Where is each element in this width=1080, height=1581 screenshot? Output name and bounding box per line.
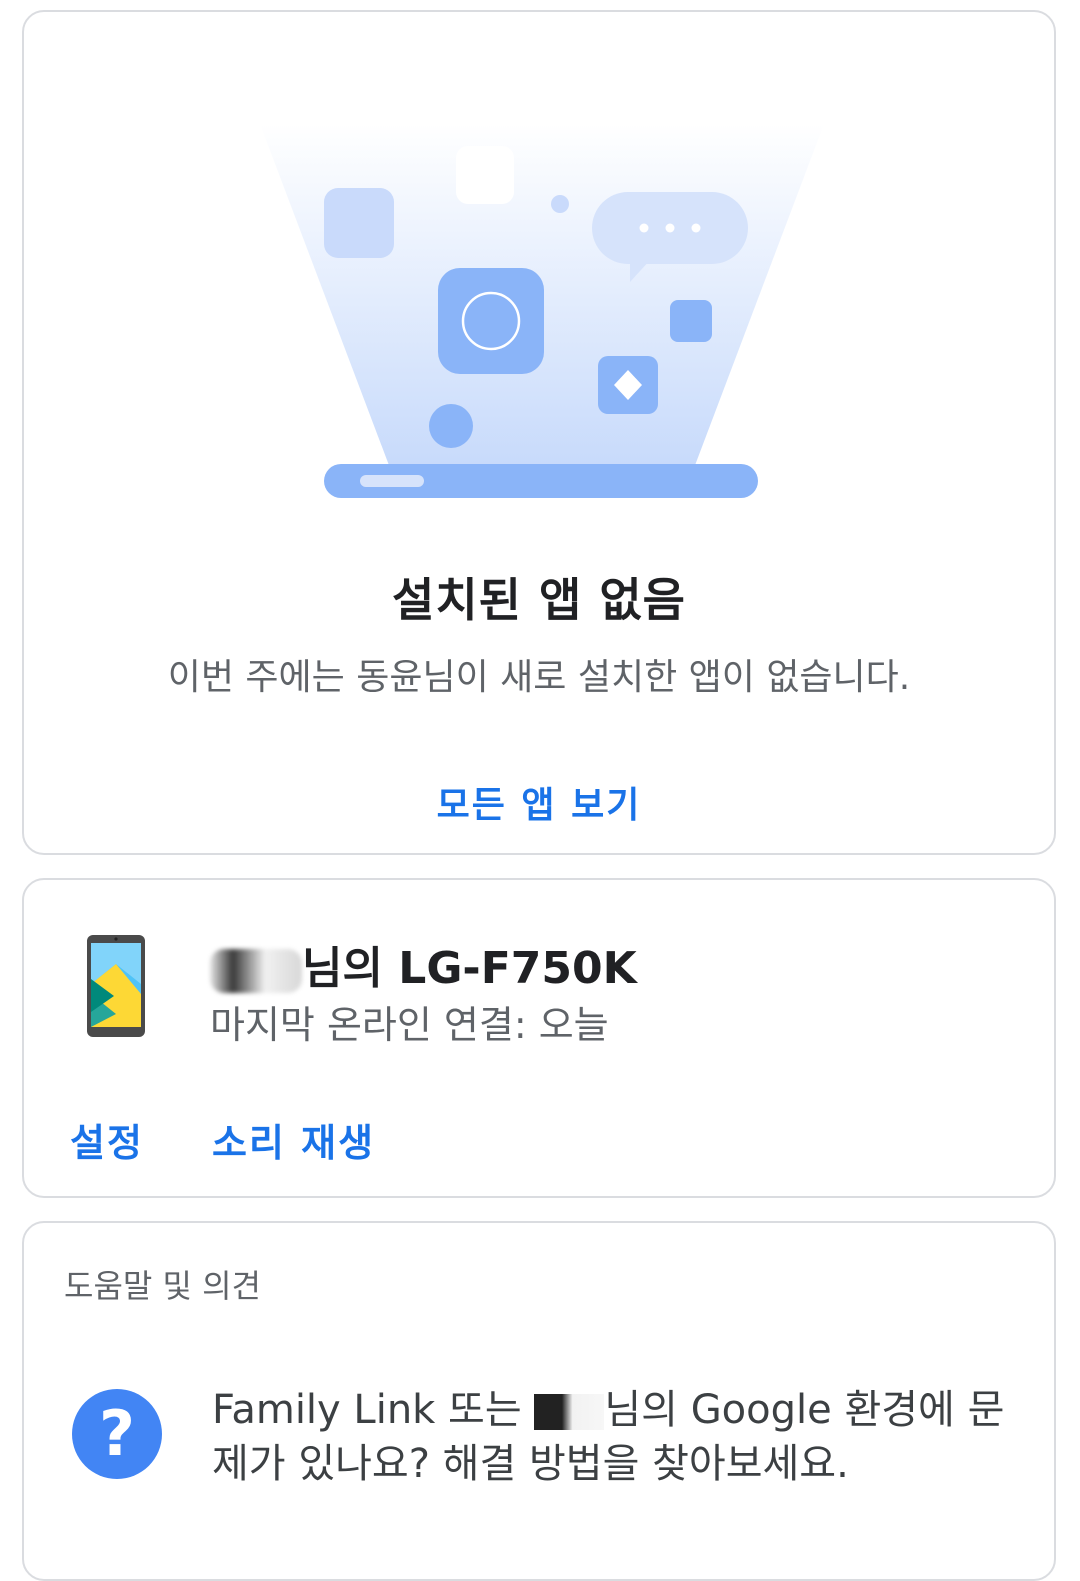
view-all-apps-button[interactable]: 모든 앱 보기 [24,776,1054,828]
help-troubleshoot-link[interactable]: Family Link 또는 님의 Google 환경에 문제가 있나요? 해결… [212,1383,1012,1491]
diamond-app-icon [598,356,658,414]
redacted-name [210,949,302,993]
app-tile-icon [456,146,514,204]
laptop-icon [324,464,758,498]
device-name: 님의 LG-F750K [210,932,637,996]
app-tile-icon [324,188,394,258]
help-section-header: 도움말 및 의견 [64,1267,261,1305]
help-feedback-card: 도움말 및 의견 ? Family Link 또는 님의 Google 환경에 … [22,1221,1056,1581]
play-sound-button[interactable]: 소리 재생 [212,1112,375,1167]
help-circle-icon: ? [72,1389,162,1479]
app-tile-icon [670,300,712,342]
empty-state-title: 설치된 앱 없음 [392,573,686,627]
device-card: 님의 LG-F750K 마지막 온라인 연결: 오늘 설정 소리 재생 [22,878,1056,1198]
smartphone-icon [87,935,145,1037]
empty-apps-illustration [260,124,824,498]
empty-state-description: 이번 주에는 동윤님이 새로 설치한 앱이 없습니다. [167,657,911,698]
device-last-online: 마지막 온라인 연결: 오늘 [210,1003,609,1047]
camera-app-icon [438,268,544,374]
device-settings-button[interactable]: 설정 [70,1112,144,1167]
installed-apps-card: 설치된 앱 없음 이번 주에는 동윤님이 새로 설치한 앱이 없습니다. 모든 … [22,10,1056,855]
redacted-name [534,1394,605,1430]
